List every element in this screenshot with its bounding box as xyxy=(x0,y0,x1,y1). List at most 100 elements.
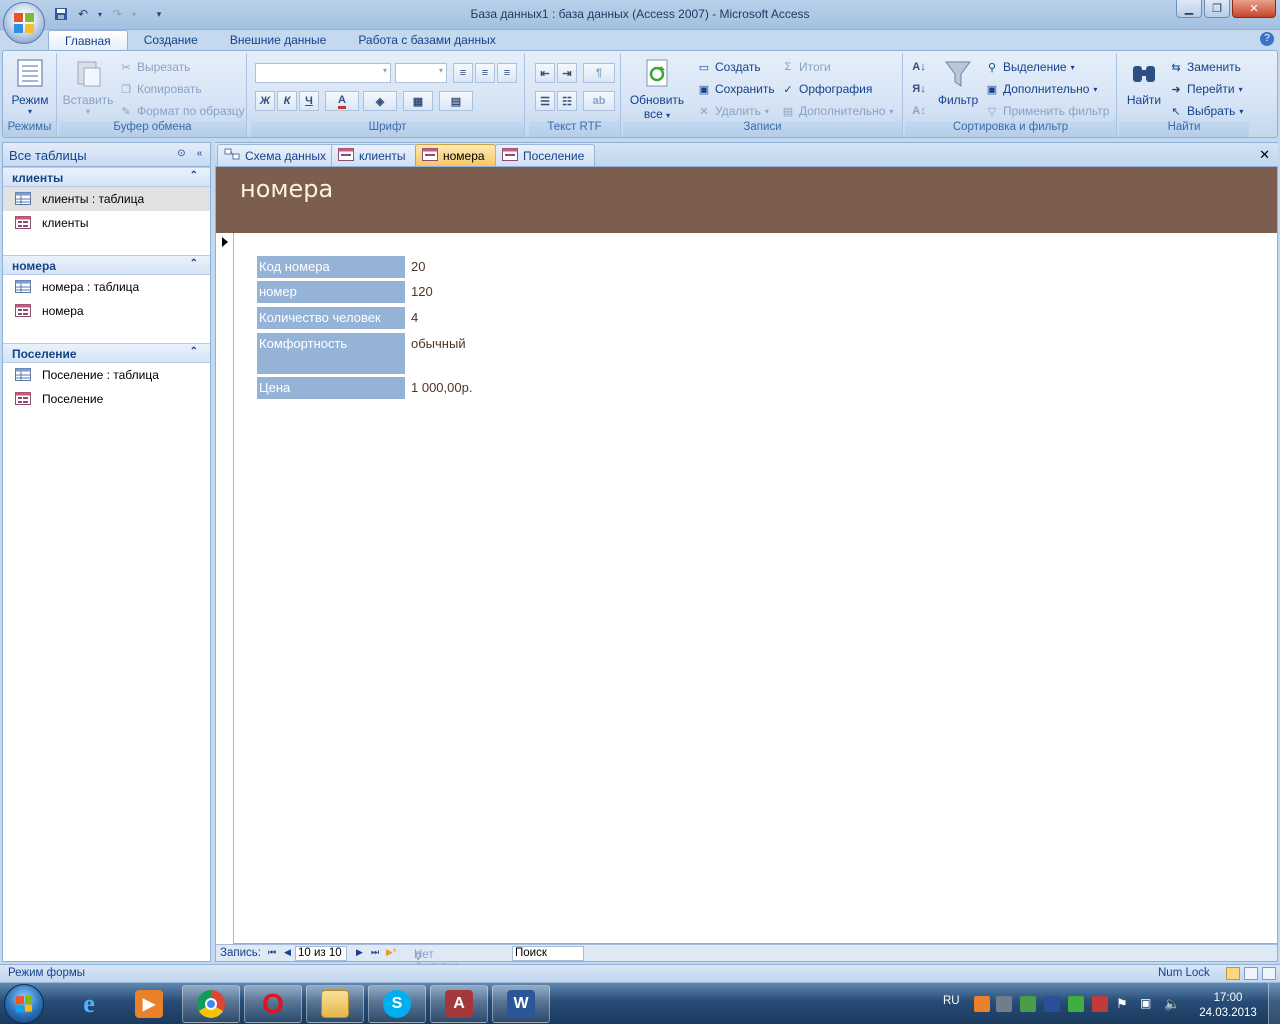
font-name-combo[interactable]: ▾ xyxy=(255,63,391,83)
alternate-fill-icon[interactable]: ▤ xyxy=(439,91,473,111)
field-value[interactable]: 4 xyxy=(411,307,418,328)
doc-tab-clients[interactable]: клиенты xyxy=(331,144,417,166)
nav-header[interactable]: Все таблицы ⊙ « xyxy=(3,143,210,167)
nav-menu-dropdown-icon[interactable]: ⊙ xyxy=(175,148,188,161)
select-button[interactable]: ↖ Выбрать ▾ xyxy=(1169,101,1243,121)
network-icon[interactable]: ▣ xyxy=(1140,996,1156,1012)
apply-filter-button[interactable]: ▽ Применить фильтр xyxy=(985,101,1110,121)
nav-group-rooms[interactable]: номера ⌃ xyxy=(3,255,210,275)
nav-group-clients[interactable]: клиенты ⌃ xyxy=(3,167,210,187)
more-records-button[interactable]: ▤ Дополнительно ▾ xyxy=(781,101,894,121)
next-record-icon[interactable]: ▶ xyxy=(356,947,363,958)
selection-button[interactable]: ⚲ Выделение ▾ xyxy=(985,57,1075,77)
align-center-icon[interactable]: ≡ xyxy=(475,63,495,83)
indent-decrease-icon[interactable]: ⇤ xyxy=(535,63,555,83)
nav-group-settlement[interactable]: Поселение ⌃ xyxy=(3,343,210,363)
new-record-icon[interactable]: ▶* xyxy=(386,947,396,958)
save-record-button[interactable]: ▣ Сохранить xyxy=(697,79,775,99)
first-record-icon[interactable]: ⏮ xyxy=(268,947,276,958)
bold-button[interactable]: Ж xyxy=(255,91,275,111)
collapse-icon[interactable]: ⌃ xyxy=(190,258,198,269)
tray-ru-icon[interactable] xyxy=(1044,996,1060,1012)
taskbar-ie[interactable]: e xyxy=(60,985,118,1023)
numbered-list-icon[interactable]: ☰ xyxy=(535,91,555,111)
last-record-icon[interactable]: ⏭ xyxy=(371,947,379,958)
spelling-button[interactable]: ✓ Орфография xyxy=(781,79,872,99)
collapse-icon[interactable]: ⌃ xyxy=(190,346,198,357)
maximize-button[interactable]: ❐ xyxy=(1204,0,1230,18)
totals-button[interactable]: Σ Итоги xyxy=(781,57,831,77)
italic-button[interactable]: К xyxy=(277,91,297,111)
align-right-icon[interactable]: ≡ xyxy=(497,63,517,83)
filter-button[interactable]: Фильтр xyxy=(935,57,981,107)
gridlines-icon[interactable]: ▦ xyxy=(403,91,433,111)
copy-button[interactable]: ❐ Копировать xyxy=(119,79,202,99)
action-center-flag-icon[interactable]: ⚑ xyxy=(1116,996,1132,1012)
minimize-button[interactable]: ▁ xyxy=(1176,0,1202,18)
tab-home[interactable]: Главная xyxy=(48,30,128,50)
view-button[interactable]: Режим ▾ xyxy=(7,57,53,116)
nav-item-rooms-table[interactable]: номера : таблица xyxy=(3,275,210,299)
design-view-icon[interactable] xyxy=(1262,967,1276,980)
language-indicator[interactable]: RU xyxy=(943,995,960,1007)
clock[interactable]: 17:00 24.03.2013 xyxy=(1198,991,1258,1021)
field-value[interactable]: 120 xyxy=(411,281,433,302)
nav-item-clients-table[interactable]: клиенты : таблица xyxy=(3,187,210,211)
sort-ascending-icon[interactable]: A↓ xyxy=(909,57,929,77)
search-input[interactable]: Поиск xyxy=(512,946,584,961)
tab-external-data[interactable]: Внешние данные xyxy=(214,30,343,50)
goto-button[interactable]: ➜ Перейти ▾ xyxy=(1169,79,1242,99)
tray-check-icon[interactable] xyxy=(1020,996,1036,1012)
new-record-button[interactable]: ▭ Создать xyxy=(697,57,761,77)
start-button[interactable] xyxy=(4,984,44,1024)
taskbar-chrome[interactable] xyxy=(182,985,240,1023)
field-value[interactable]: 1 000,00р. xyxy=(411,377,472,398)
tray-keyboard-icon[interactable] xyxy=(996,996,1012,1012)
paste-button[interactable]: Вставить ▾ xyxy=(61,57,115,116)
indent-increase-icon[interactable]: ⇥ xyxy=(557,63,577,83)
datasheet-view-icon[interactable] xyxy=(1244,967,1258,980)
prev-record-icon[interactable]: ◀ xyxy=(284,947,291,958)
shutter-bar-close-icon[interactable]: « xyxy=(193,148,206,161)
help-icon[interactable]: ? xyxy=(1260,32,1274,46)
nav-item-clients-form[interactable]: клиенты xyxy=(3,211,210,235)
replace-button[interactable]: ⇆ Заменить xyxy=(1169,57,1241,77)
close-document-icon[interactable]: ✕ xyxy=(1259,147,1270,163)
tray-app-icon[interactable] xyxy=(974,996,990,1012)
clear-sort-icon[interactable]: A↕ xyxy=(909,101,929,121)
show-desktop-button[interactable] xyxy=(1268,983,1280,1024)
align-left-icon[interactable]: ≡ xyxy=(453,63,473,83)
taskbar-skype[interactable]: S xyxy=(368,985,426,1023)
sort-descending-icon[interactable]: Я↓ xyxy=(909,79,929,99)
doc-tab-relationships[interactable]: Схема данных xyxy=(217,144,338,166)
taskbar-explorer[interactable] xyxy=(306,985,364,1023)
doc-tab-settlement[interactable]: Поселение xyxy=(495,144,596,166)
fill-color-icon[interactable]: ◈ xyxy=(363,91,397,111)
field-value[interactable]: 20 xyxy=(411,256,425,277)
taskbar-media[interactable]: ▶ xyxy=(120,985,178,1023)
bulleted-list-icon[interactable]: ☷ xyxy=(557,91,577,111)
volume-icon[interactable]: 🔈 xyxy=(1164,996,1180,1012)
form-view-icon[interactable] xyxy=(1226,967,1240,980)
taskbar-opera[interactable]: O xyxy=(244,985,302,1023)
field-value[interactable]: обычный xyxy=(411,333,466,354)
tab-database-tools[interactable]: Работа с базами данных xyxy=(342,30,511,50)
advanced-filter-button[interactable]: ▣ Дополнительно ▾ xyxy=(985,79,1098,99)
cut-button[interactable]: ✂ Вырезать xyxy=(119,57,190,77)
highlight-icon[interactable]: ab xyxy=(583,91,615,111)
taskbar-access[interactable]: A xyxy=(430,985,488,1023)
record-selector[interactable] xyxy=(216,233,234,945)
tab-create[interactable]: Создание xyxy=(128,30,214,50)
format-painter-button[interactable]: ✎ Формат по образцу xyxy=(119,101,244,121)
tray-shield-icon[interactable] xyxy=(1068,996,1084,1012)
doc-tab-rooms[interactable]: номера xyxy=(415,144,496,166)
font-color-button[interactable]: A xyxy=(325,91,359,111)
collapse-icon[interactable]: ⌃ xyxy=(190,170,198,181)
find-button[interactable]: Найти xyxy=(1121,57,1167,107)
delete-record-button[interactable]: ✕ Удалить ▾ xyxy=(697,101,768,121)
paragraph-icon[interactable]: ¶ xyxy=(583,63,615,83)
refresh-all-button[interactable]: Обновить все ▾ xyxy=(625,57,689,121)
font-size-combo[interactable]: ▾ xyxy=(395,63,447,83)
nav-item-settlement-form[interactable]: Поселение xyxy=(3,387,210,411)
tray-antivirus-icon[interactable] xyxy=(1092,996,1108,1012)
